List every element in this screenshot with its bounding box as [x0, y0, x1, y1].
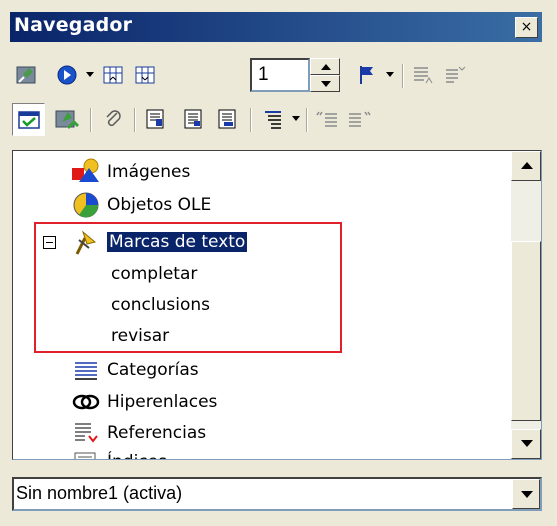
outline-level-icon [265, 111, 281, 129]
images-icon [69, 157, 103, 187]
previous-button[interactable] [98, 60, 128, 90]
page-number-input[interactable]: 1 [250, 58, 310, 92]
toolbar-separator [306, 108, 308, 132]
tree-item-indexes[interactable]: Índices [69, 447, 167, 459]
attach-icon [106, 110, 121, 127]
insert-footer-button[interactable] [212, 104, 242, 134]
list-box-toggle-button[interactable] [12, 103, 45, 136]
document-select-arrow[interactable] [512, 479, 540, 509]
heading-levels-icon [146, 109, 164, 129]
demote-level-button[interactable] [344, 104, 374, 134]
tree-item-label: Referencias [107, 423, 207, 443]
heading-levels-button[interactable] [140, 104, 170, 134]
window-title: Navegador [14, 14, 133, 36]
vertical-scrollbar[interactable] [511, 151, 541, 459]
outline-level-button[interactable] [258, 104, 288, 134]
toolbar-separator [250, 108, 252, 132]
stepper-up-button[interactable] [310, 58, 340, 75]
content-view-button[interactable] [12, 60, 42, 90]
tree-item-hyperlinks[interactable]: Hiperenlaces [69, 387, 217, 417]
toolbar-separator [402, 64, 404, 88]
tree-item-label: Hiperenlaces [107, 392, 218, 412]
header-list-icon [414, 67, 433, 84]
scroll-up-button[interactable] [511, 151, 541, 181]
next-button[interactable] [130, 60, 160, 90]
promote-chapter-button[interactable] [440, 60, 470, 90]
insert-header-button[interactable] [178, 104, 208, 134]
ole-objects-icon [69, 190, 103, 220]
stepper-down-button[interactable] [310, 75, 340, 92]
tree-item-label: Objetos OLE [107, 195, 212, 215]
drag-mode-icon [55, 110, 80, 130]
toolbar-separator [134, 108, 136, 132]
reminder-button[interactable] [352, 60, 382, 90]
insert-footer-icon [218, 109, 236, 129]
next-icon [135, 66, 155, 84]
header-list-button[interactable] [408, 60, 438, 90]
bookmarks-highlight-box [34, 222, 342, 353]
scroll-down-button[interactable] [511, 429, 541, 459]
tree-item-label: Imágenes [107, 162, 191, 182]
references-icon [69, 418, 103, 448]
promote-level-icon [316, 111, 337, 127]
promote-level-button[interactable] [312, 104, 342, 134]
categories-icon [69, 355, 103, 385]
tree-item-ole-objects[interactable]: Objetos OLE [69, 190, 211, 220]
hyperlinks-icon [69, 387, 103, 417]
insert-header-icon [184, 109, 202, 129]
title-bar[interactable]: Navegador × [10, 12, 542, 42]
outline-level-dropdown-arrow[interactable] [292, 116, 300, 121]
navigation-dropdown-arrow[interactable] [86, 72, 94, 77]
tree-item-label: Índices [107, 452, 167, 459]
scroll-thumb[interactable] [511, 241, 541, 421]
navigator-window: Navegador × 1 Imágenes Objetos OLE Marca… [0, 0, 557, 526]
stepper-buttons [310, 58, 340, 92]
previous-icon [103, 66, 123, 84]
tree-item-categories[interactable]: Categorías [69, 355, 199, 385]
reminder-dropdown-arrow[interactable] [386, 72, 394, 77]
tree-item-references[interactable]: Referencias [69, 418, 206, 448]
drag-mode-button[interactable] [52, 104, 82, 134]
flag-reminder-icon [360, 66, 373, 84]
promote-chapter-icon [446, 66, 466, 83]
page-number-stepper[interactable]: 1 [250, 58, 342, 92]
content-view-icon [16, 66, 36, 84]
navigation-button[interactable] [52, 60, 82, 90]
indexes-icon [69, 447, 103, 459]
tree-item-images[interactable]: Imágenes [69, 157, 190, 187]
navigation-icon [57, 65, 77, 85]
demote-level-icon [349, 111, 371, 127]
document-select-value: Sin nombre1 (activa) [16, 483, 183, 503]
toolbar-separator [90, 108, 92, 132]
attach-button[interactable] [98, 104, 128, 134]
tree-item-label: Categorías [107, 360, 199, 380]
list-box-toggle-icon [17, 110, 40, 129]
document-select[interactable]: Sin nombre1 (activa) [12, 477, 542, 511]
close-button[interactable]: × [515, 17, 538, 38]
